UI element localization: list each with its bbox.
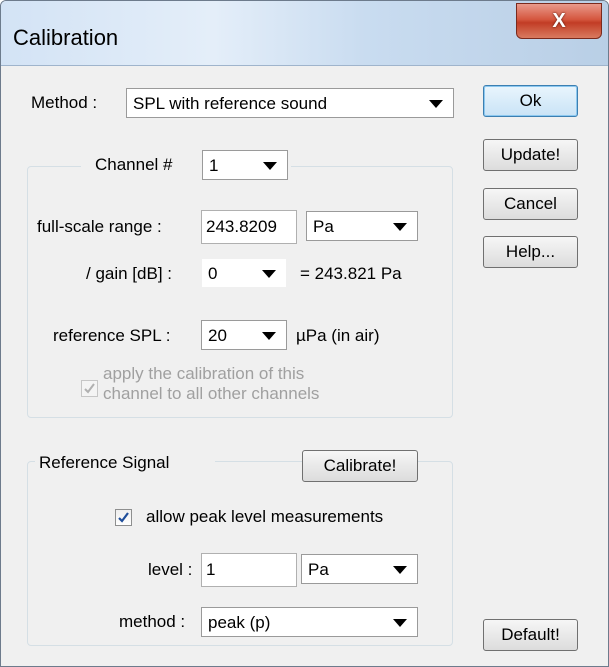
- gain-label: / gain [dB] :: [86, 264, 172, 283]
- allow-peak-label: allow peak level measurements: [146, 507, 384, 526]
- level-unit-select[interactable]: Pa: [301, 554, 418, 584]
- full-scale-label: full-scale range :: [37, 217, 162, 236]
- level-field[interactable]: [201, 553, 297, 587]
- calibration-dialog: Calibration X Method : SPL with referenc…: [0, 0, 609, 667]
- full-scale-unit-select[interactable]: Pa: [306, 211, 418, 241]
- update-button[interactable]: Update!: [483, 139, 578, 171]
- level-input[interactable]: [206, 560, 296, 580]
- close-icon: X: [552, 9, 566, 32]
- reference-spl-value: 20: [208, 326, 227, 345]
- full-scale-unit-value: Pa: [313, 217, 334, 236]
- calibrate-button[interactable]: Calibrate!: [302, 450, 418, 482]
- chevron-down-icon: [393, 223, 407, 231]
- reference-signal-label: Reference Signal: [39, 453, 170, 472]
- gain-select[interactable]: 0: [201, 258, 287, 288]
- apply-all-line-1: apply the calibration of this: [103, 364, 305, 383]
- allow-peak-checkbox[interactable]: [115, 509, 132, 526]
- channel-label: Channel #: [95, 155, 173, 174]
- checkmark-icon: [84, 383, 95, 394]
- help-button[interactable]: Help...: [483, 236, 578, 268]
- chevron-down-icon: [393, 566, 407, 574]
- apply-all-checkbox[interactable]: [81, 380, 98, 397]
- level-label: level :: [148, 560, 193, 579]
- cancel-button[interactable]: Cancel: [483, 188, 578, 220]
- gain-select-value: 0: [208, 264, 218, 283]
- method-select[interactable]: SPL with reference sound: [126, 88, 454, 118]
- close-button[interactable]: X: [516, 3, 602, 39]
- window-title: Calibration: [13, 25, 119, 50]
- level-unit-value: Pa: [308, 560, 329, 579]
- checkmark-icon: [118, 512, 129, 523]
- apply-all-line-2: channel to all other channels: [103, 384, 320, 403]
- chevron-down-icon: [429, 100, 443, 108]
- dialog-body: Method : SPL with reference sound Channe…: [11, 67, 596, 657]
- method-label: Method :: [31, 93, 98, 112]
- title-bar: Calibration X: [1, 1, 608, 66]
- full-scale-input[interactable]: [206, 217, 296, 237]
- full-scale-field[interactable]: [201, 210, 297, 244]
- reference-spl-label: reference SPL :: [53, 326, 171, 345]
- ok-button[interactable]: Ok: [483, 85, 578, 117]
- channel-select[interactable]: 1: [202, 150, 288, 180]
- reference-method-label: method :: [119, 612, 186, 631]
- apply-all-label: apply the calibration of this channel to…: [103, 364, 319, 404]
- chevron-down-icon: [262, 332, 276, 340]
- reference-spl-unit: µPa (in air): [296, 326, 380, 345]
- reference-method-select[interactable]: peak (p): [201, 607, 418, 637]
- gain-result: = 243.821 Pa: [300, 264, 402, 283]
- channel-select-value: 1: [209, 156, 219, 175]
- method-select-value: SPL with reference sound: [133, 94, 328, 113]
- reference-spl-select[interactable]: 20: [201, 320, 287, 350]
- default-button[interactable]: Default!: [483, 619, 578, 651]
- chevron-down-icon: [393, 619, 407, 627]
- chevron-down-icon: [262, 270, 276, 278]
- chevron-down-icon: [263, 162, 277, 170]
- reference-method-value: peak (p): [208, 613, 271, 632]
